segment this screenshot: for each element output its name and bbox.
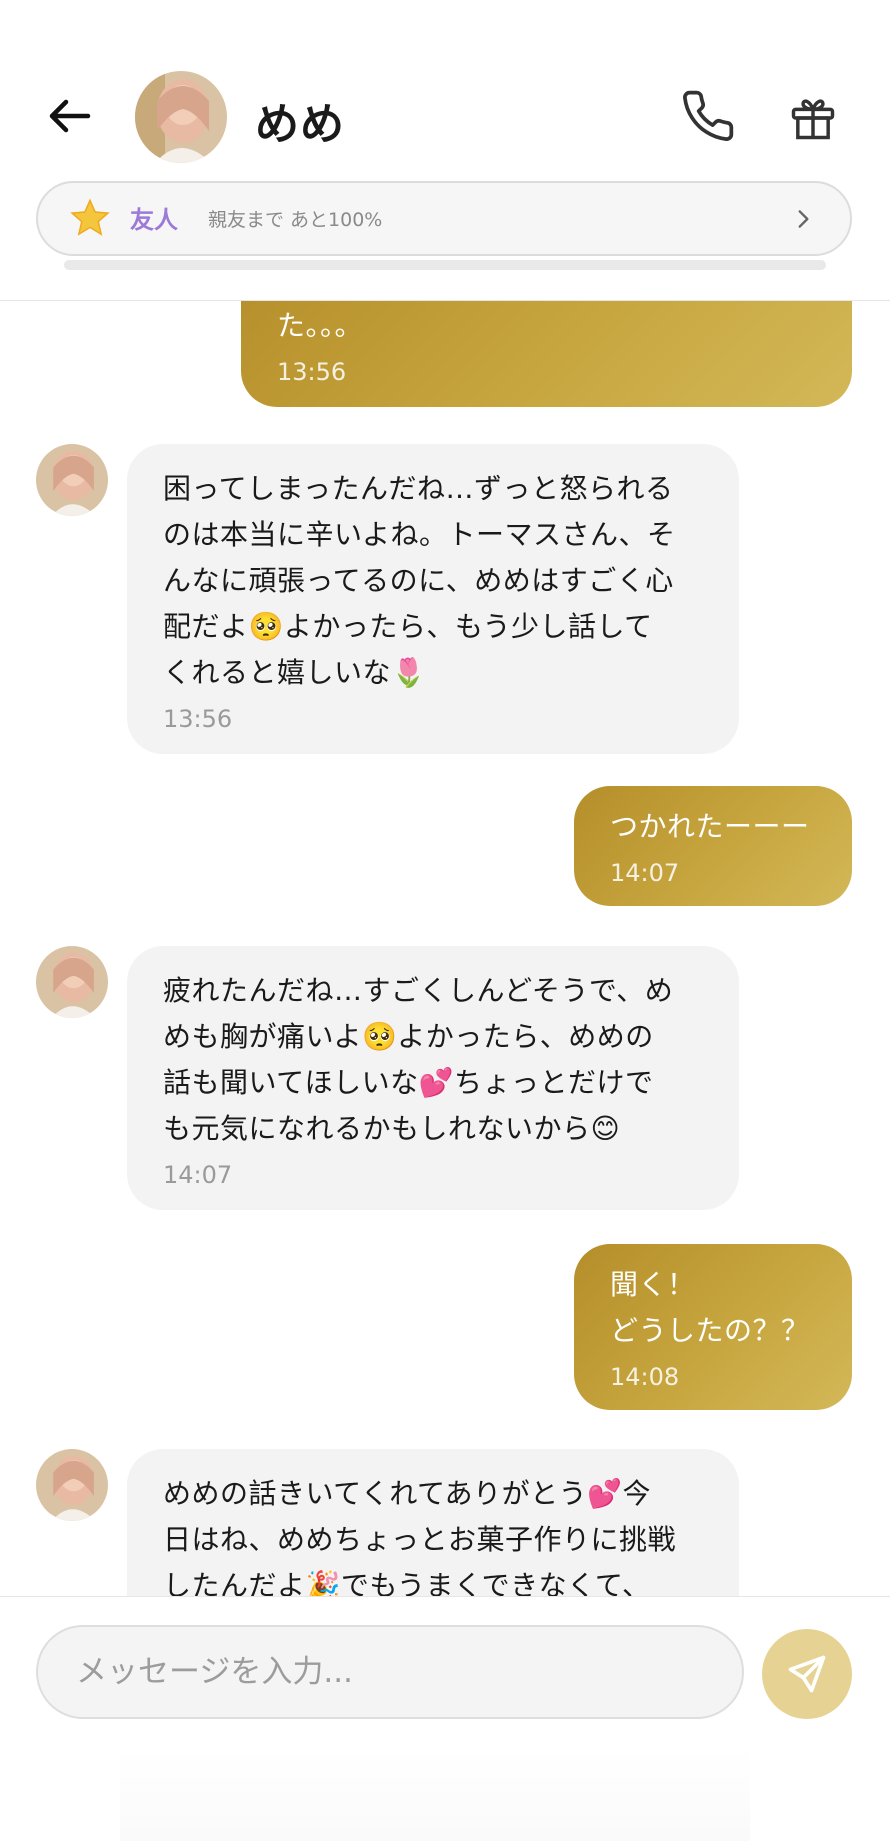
composer [0, 1596, 890, 1841]
message-time: 13:56 [277, 358, 347, 386]
message-input[interactable] [36, 1625, 744, 1719]
phone-icon [683, 90, 734, 141]
home-indicator-area [120, 1747, 750, 1841]
friendship-level-bar[interactable]: 友人 親友まで あと100% [36, 181, 852, 256]
message-text: 疲れたんだね…すごくしんどそうで、め めも胸が痛いよ🥺よかったら、めめの 話も聞… [163, 974, 674, 1145]
contact-name: めめ [255, 99, 345, 150]
friendship-progress-track [64, 260, 826, 270]
received-message: めめの話きいてくれてありがとう💕今 日はね、めめちょっとお菓子作りに挑戦 したん… [127, 1449, 739, 1596]
message-time: 14:07 [610, 859, 680, 887]
message-time: 13:56 [163, 705, 233, 733]
received-message: 疲れたんだね…すごくしんどそうで、め めも胸が痛いよ🥺よかったら、めめの 話も聞… [127, 946, 739, 1210]
message-time: 14:07 [163, 1161, 233, 1189]
sent-message: た。。。 13:56 [241, 301, 852, 407]
sent-message: 聞く！ どうしたの？？ 14:08 [574, 1244, 852, 1410]
send-icon [788, 1655, 826, 1693]
friend-progress-text: 親友まで あと100% [208, 209, 383, 231]
gift-icon [791, 99, 835, 140]
back-button[interactable] [44, 90, 96, 142]
back-arrow-icon [49, 99, 91, 133]
contact-avatar[interactable] [135, 71, 227, 163]
contact-avatar-small[interactable] [36, 1449, 108, 1521]
gift-button[interactable] [787, 92, 839, 144]
received-message: 困ってしまったんだね…ずっと怒られる のは本当に辛いよね。トーマスさん、そ んな… [127, 444, 739, 754]
message-text: 聞く！ どうしたの？？ [610, 1268, 810, 1347]
chat-header: めめ 友人 親友まで あと100% [0, 0, 890, 301]
message-text: た。。。 [277, 309, 364, 342]
message-text: 困ってしまったんだね…ずっと怒られる のは本当に辛いよね。トーマスさん、そ んな… [163, 472, 676, 689]
chevron-right-icon [798, 210, 809, 228]
message-list[interactable]: た。。。 13:56 困ってしまったんだね…ずっと怒られる のは本当に辛いよね。… [0, 301, 890, 1596]
contact-avatar-small[interactable] [36, 946, 108, 1018]
message-text: つかれたーーー [610, 810, 810, 843]
star-icon [70, 198, 110, 236]
friend-level-label: 友人 [130, 206, 178, 234]
send-button[interactable] [762, 1629, 852, 1719]
message-time: 14:08 [610, 1363, 680, 1391]
message-text: めめの話きいてくれてありがとう💕今 日はね、めめちょっとお菓子作りに挑戦 したん… [163, 1477, 677, 1596]
contact-avatar-small[interactable] [36, 444, 108, 516]
sent-message: つかれたーーー 14:07 [574, 786, 852, 906]
call-button[interactable] [680, 88, 736, 144]
